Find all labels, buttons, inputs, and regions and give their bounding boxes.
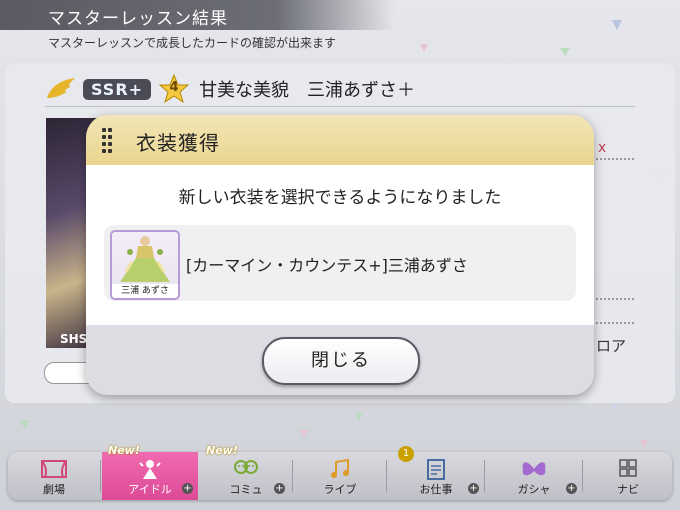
divider xyxy=(596,322,634,324)
costume-name: [カーマイン・カウンテス+]三浦あずさ xyxy=(186,256,468,275)
nav-item-gacha[interactable]: ガシャ + xyxy=(486,452,582,500)
divider xyxy=(582,460,583,492)
dialog-footer: 閉じる xyxy=(86,325,594,395)
card-name: 甘美な美貌 三浦あずさ＋ xyxy=(199,80,416,101)
page-title: マスターレッスン結果 xyxy=(48,9,228,29)
plus-icon: + xyxy=(566,483,577,494)
bottom-nav: 劇場 アイドル + New! コミュ + New! ライブ お仕事 + 1 ガシ… xyxy=(8,444,672,500)
dress-icon xyxy=(120,236,170,282)
dialog-body: 新しい衣装を選択できるようになりました 三浦 あずさ [カーマイン・カウンテス+… xyxy=(86,165,594,325)
nav-item-label: 劇場 xyxy=(43,483,65,496)
close-button[interactable]: 閉じる xyxy=(262,337,420,385)
dialog-message: 新しい衣装を選択できるようになりました xyxy=(178,188,502,208)
butterfly-icon xyxy=(522,462,546,476)
divider xyxy=(596,158,634,160)
grid-icon xyxy=(619,459,637,477)
card-art-label: SHS xyxy=(60,332,88,346)
costume-acquired-dialog: 衣装獲得 新しい衣装を選択できるようになりました 三浦 あずさ [カーマイン・カ… xyxy=(86,115,594,395)
rarity-badge: SSR+ xyxy=(83,78,152,100)
plus-icon: + xyxy=(468,483,479,494)
divider xyxy=(484,460,485,492)
commu-icon xyxy=(234,460,258,474)
costume-thumbnail: 三浦 あずさ xyxy=(110,230,180,300)
divider xyxy=(596,298,634,300)
notification-badge: 1 xyxy=(398,446,414,462)
nav-item-theater[interactable]: 劇場 xyxy=(8,452,100,500)
plus-icon: + xyxy=(182,483,193,494)
idol-icon xyxy=(139,460,161,479)
right-mark: x xyxy=(598,140,607,156)
nav-item-commu[interactable]: コミュ + xyxy=(200,452,292,500)
nav-item-label: ライブ xyxy=(323,483,357,496)
new-badge: New! xyxy=(206,444,238,457)
divider xyxy=(386,460,387,492)
divider xyxy=(45,106,635,107)
nav-item-label: ナビ xyxy=(617,483,639,496)
nav-item-idol[interactable]: アイドル + xyxy=(102,452,198,500)
right-text: ロア xyxy=(596,337,627,355)
level-star-icon: 4 xyxy=(158,73,190,104)
theater-icon xyxy=(41,460,67,478)
header-bar: マスターレッスン結果 xyxy=(0,0,395,30)
page-subtitle: マスターレッスンで成長したカードの確認が出来ます xyxy=(48,36,337,50)
costume-thumbnail-label: 三浦 あずさ xyxy=(112,284,178,298)
divider xyxy=(292,460,293,492)
dialog-title: 衣装獲得 xyxy=(136,131,220,155)
plus-icon: + xyxy=(274,483,285,494)
grip-icon xyxy=(102,128,114,154)
dialog-header: 衣装獲得 xyxy=(86,115,594,165)
divider xyxy=(100,460,101,492)
card-header: SSR+ 4 甘美な美貌 三浦あずさ＋ xyxy=(45,72,415,106)
nav-item-navi[interactable]: ナビ xyxy=(584,452,672,500)
music-note-icon xyxy=(331,458,349,478)
nav-item-live[interactable]: ライブ xyxy=(294,452,386,500)
clipboard-icon xyxy=(427,459,445,480)
wing-icon xyxy=(47,78,75,98)
level-star-value: 4 xyxy=(169,80,179,95)
new-badge: New! xyxy=(108,444,140,457)
costume-item[interactable]: 三浦 あずさ [カーマイン・カウンテス+]三浦あずさ xyxy=(104,225,576,301)
